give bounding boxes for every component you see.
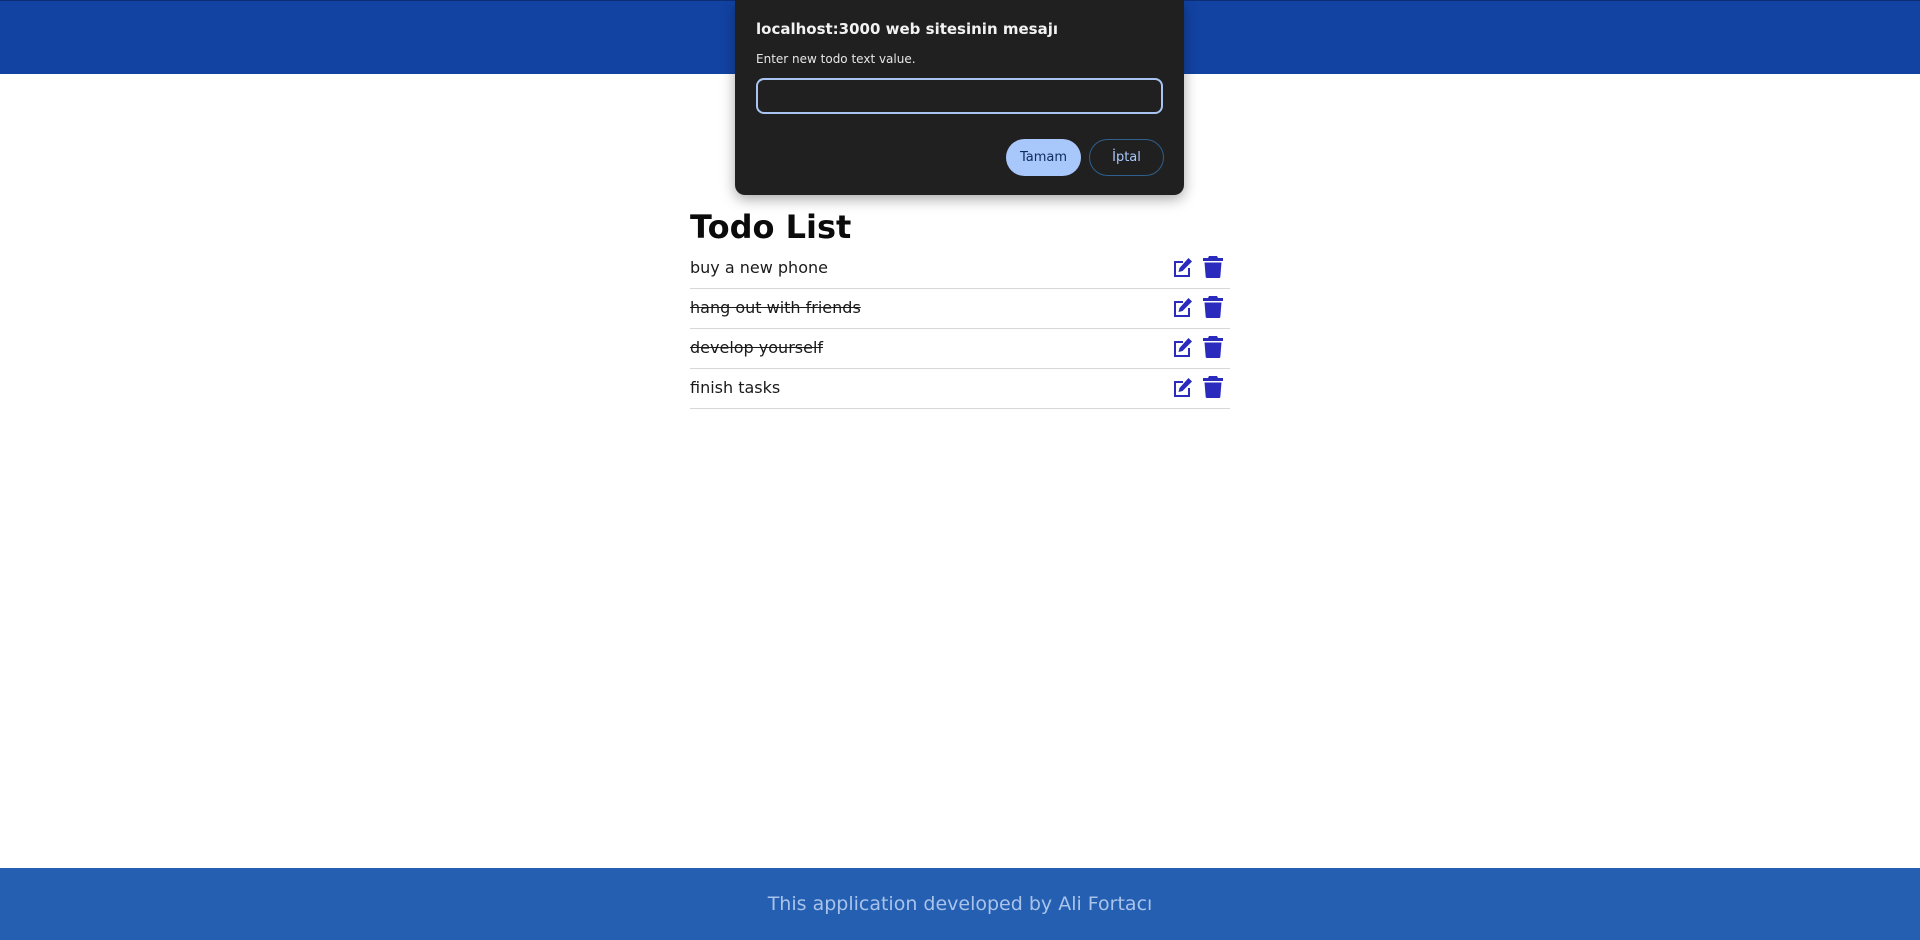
list-item: develop yourself — [690, 329, 1230, 369]
footer-text: This application developed by Ali Fortac… — [767, 893, 1153, 915]
trash-icon[interactable] — [1200, 294, 1226, 320]
todo-text[interactable]: buy a new phone — [690, 257, 828, 279]
trash-icon[interactable] — [1200, 254, 1226, 280]
todo-actions — [1170, 253, 1226, 281]
trash-icon[interactable] — [1200, 374, 1226, 400]
edit-icon[interactable] — [1170, 254, 1196, 280]
ok-button[interactable]: Tamam — [1006, 139, 1081, 176]
edit-icon[interactable] — [1170, 294, 1196, 320]
cancel-button[interactable]: İptal — [1089, 139, 1164, 176]
todo-text[interactable]: develop yourself — [690, 337, 823, 359]
todo-actions — [1170, 333, 1226, 361]
todo-text-input[interactable] — [756, 78, 1163, 114]
edit-icon[interactable] — [1170, 374, 1196, 400]
todo-container: Todo List buy a new phone hang out with … — [690, 205, 1230, 409]
page-title: Todo List — [690, 208, 852, 246]
edit-icon[interactable] — [1170, 334, 1196, 360]
todo-list: buy a new phone hang out with friends de… — [690, 249, 1230, 409]
prompt-dialog: localhost:3000 web sitesinin mesajı Ente… — [735, 0, 1184, 195]
dialog-message: Enter new todo text value. — [756, 52, 916, 66]
list-item: finish tasks — [690, 369, 1230, 409]
footer: This application developed by Ali Fortac… — [0, 868, 1920, 940]
todo-actions — [1170, 293, 1226, 321]
todo-text[interactable]: hang out with friends — [690, 297, 861, 319]
trash-icon[interactable] — [1200, 334, 1226, 360]
todo-actions — [1170, 373, 1226, 401]
todo-text[interactable]: finish tasks — [690, 377, 780, 399]
list-item: hang out with friends — [690, 289, 1230, 329]
dialog-title: localhost:3000 web sitesinin mesajı — [756, 20, 1058, 38]
list-item: buy a new phone — [690, 249, 1230, 289]
